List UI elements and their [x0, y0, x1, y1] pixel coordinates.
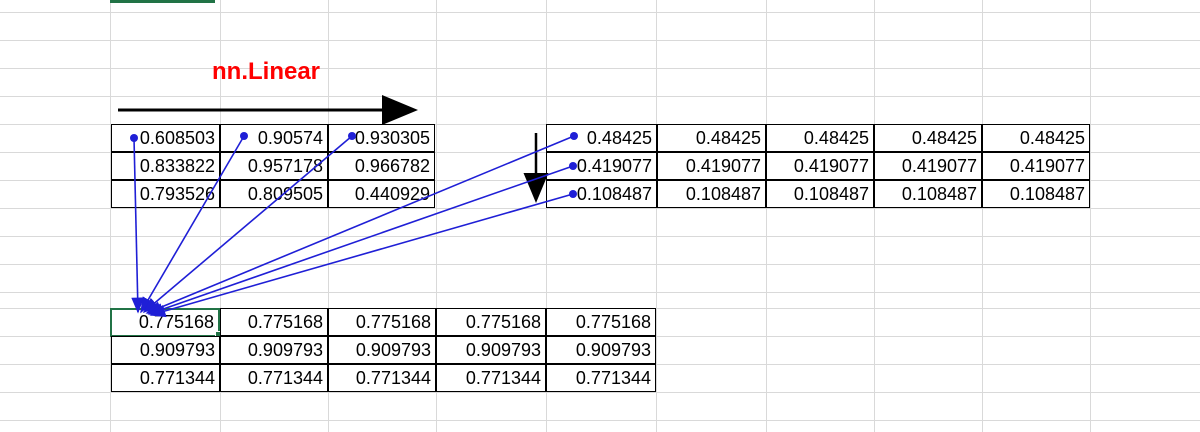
bias-cell[interactable]: 0.419077 [982, 152, 1090, 180]
bias-cell[interactable]: 0.108487 [982, 180, 1090, 208]
gridline-vertical [656, 0, 657, 432]
input-cell[interactable]: 0.809505 [220, 180, 328, 208]
output-cell[interactable]: 0.771344 [328, 364, 436, 392]
gridline-vertical [1090, 0, 1091, 432]
bias-cell[interactable]: 0.108487 [546, 180, 657, 208]
input-cell[interactable]: 0.957178 [220, 152, 328, 180]
gridline-vertical [766, 0, 767, 432]
gridline-horizontal [0, 392, 1200, 393]
gridline-horizontal [0, 96, 1200, 97]
input-cell[interactable]: 0.966782 [328, 152, 435, 180]
bias-cell[interactable]: 0.48425 [874, 124, 982, 152]
output-cell[interactable]: 0.909793 [220, 336, 328, 364]
bias-cell[interactable]: 0.419077 [766, 152, 874, 180]
input-cell[interactable]: 0.833822 [111, 152, 220, 180]
bias-cell[interactable]: 0.419077 [874, 152, 982, 180]
bias-cell[interactable]: 0.48425 [766, 124, 874, 152]
gridline-horizontal [0, 236, 1200, 237]
active-column-indicator [110, 0, 215, 3]
input-cell[interactable]: 0.793526 [111, 180, 220, 208]
gridline-horizontal [0, 12, 1200, 13]
input-cell[interactable]: 0.90574 [220, 124, 328, 152]
input-cell[interactable]: 0.440929 [328, 180, 435, 208]
bias-cell[interactable]: 0.48425 [546, 124, 657, 152]
bias-cell[interactable]: 0.48425 [657, 124, 766, 152]
bias-cell[interactable]: 0.419077 [657, 152, 766, 180]
input-cell[interactable]: 0.608503 [111, 124, 220, 152]
gridline-horizontal [0, 208, 1200, 209]
bias-cell[interactable]: 0.108487 [657, 180, 766, 208]
diagram-title: nn.Linear [212, 58, 321, 85]
output-cell-active[interactable]: 0.775168 [110, 308, 220, 337]
bias-cell[interactable]: 0.108487 [766, 180, 874, 208]
gridline-horizontal [0, 264, 1200, 265]
output-cell[interactable]: 0.775168 [220, 308, 328, 336]
output-cell[interactable]: 0.909793 [328, 336, 436, 364]
output-cell[interactable]: 0.771344 [111, 364, 220, 392]
output-cell[interactable]: 0.909793 [546, 336, 656, 364]
connector-line [149, 193, 574, 318]
output-cell[interactable]: 0.775168 [328, 308, 436, 336]
input-cell[interactable]: 0.930305 [328, 124, 435, 152]
output-cell[interactable]: 0.771344 [436, 364, 546, 392]
output-cell[interactable]: 0.775168 [436, 308, 546, 336]
gridline-horizontal [0, 68, 1200, 69]
output-cell[interactable]: 0.909793 [111, 336, 220, 364]
gridline-horizontal [0, 420, 1200, 421]
output-cell[interactable]: 0.909793 [436, 336, 546, 364]
bias-cell[interactable]: 0.419077 [546, 152, 657, 180]
output-cell[interactable]: 0.771344 [546, 364, 656, 392]
output-cell[interactable]: 0.775168 [546, 308, 656, 336]
bias-cell[interactable]: 0.48425 [982, 124, 1090, 152]
gridline-vertical [874, 0, 875, 432]
output-cell[interactable]: 0.771344 [220, 364, 328, 392]
spreadsheet-grid[interactable]: nn.Linear 0.608503 0.90574 0.930305 0.83… [0, 0, 1200, 432]
bias-cell[interactable]: 0.108487 [874, 180, 982, 208]
gridline-horizontal [0, 292, 1200, 293]
gridline-vertical [982, 0, 983, 432]
gridline-horizontal [0, 40, 1200, 41]
